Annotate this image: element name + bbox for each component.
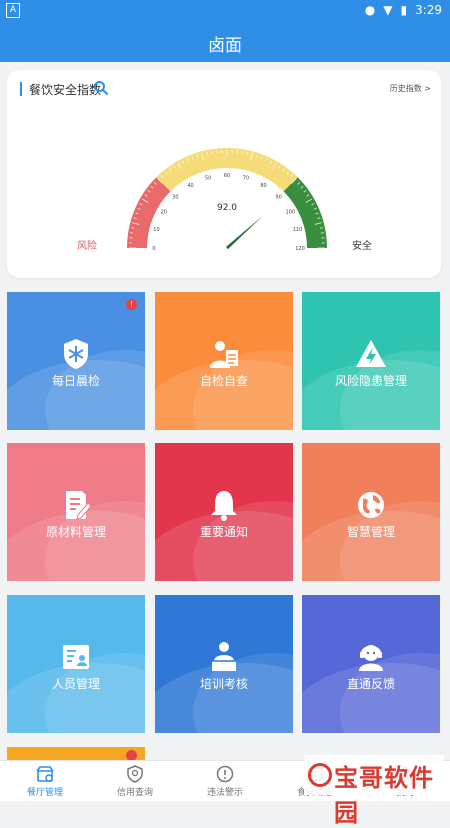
watermark-emblem: [308, 763, 332, 787]
status-bar: A ● ▼ ▮ 3:29: [0, 0, 450, 22]
wifi-icon: ▼: [383, 3, 392, 17]
gauge-tick-label: 0: [152, 246, 155, 250]
menu-tile[interactable]: 人员管理: [7, 595, 145, 733]
search-icon[interactable]: [93, 80, 109, 96]
bell-icon: [206, 487, 242, 523]
tab-label: 违法警示: [180, 785, 270, 798]
document-pen-icon: [58, 487, 94, 523]
page-title: 卤面: [0, 31, 450, 56]
gauge-tick-label: 90: [275, 194, 281, 200]
safe-label: 安全: [352, 237, 372, 252]
warning-circle-icon: [216, 765, 234, 783]
status-time: 3:29: [415, 3, 442, 17]
tab-0[interactable]: 餐厅管理: [0, 761, 90, 801]
support-agent-icon: [353, 639, 389, 675]
menu-tile[interactable]: 直通反馈: [302, 595, 440, 733]
safety-gauge: 0 10 20 30 40 50 60 70 80 90 100 110 120 92.0: [117, 140, 337, 250]
menu-tile[interactable]: 重要通知: [155, 443, 293, 581]
gauge-tick-label: 10: [153, 227, 159, 233]
tile-label: 智慧管理: [302, 523, 440, 540]
menu-tile[interactable]: 风险隐患管理: [302, 292, 440, 430]
gauge-tick-label: 60: [224, 173, 230, 179]
safety-index-title: 餐饮安全指数: [29, 81, 101, 98]
tab-1[interactable]: 信用查询: [90, 761, 180, 801]
gauge-tick-label: 40: [187, 183, 193, 189]
id-card-icon: [58, 639, 94, 675]
alert-badge: !: [126, 299, 137, 310]
alert-badge-partial: [126, 750, 137, 760]
title-accent-bar: [20, 82, 22, 96]
gauge-tick-label: 30: [172, 194, 178, 200]
app-header: 卤面: [0, 22, 450, 62]
gauge-needle: [226, 216, 263, 249]
tile-label: 原材料管理: [7, 523, 145, 540]
menu-tile[interactable]: 智慧管理: [302, 443, 440, 581]
menu-tile[interactable]: 原材料管理: [7, 443, 145, 581]
tab-label: 信用查询: [90, 785, 180, 798]
gauge-tick-label: 70: [243, 175, 249, 181]
tile-label: 人员管理: [7, 675, 145, 692]
tile-label: 重要通知: [155, 523, 293, 540]
globe-icon: [353, 487, 389, 523]
person-checklist-icon: [206, 336, 242, 372]
tile-label: 风险隐患管理: [302, 372, 440, 389]
teacher-icon: [206, 639, 242, 675]
restaurant-icon: [36, 765, 54, 783]
tile-label: 每日晨检: [7, 372, 145, 389]
tile-label: 自检自查: [155, 372, 293, 389]
gauge-tick-label: 80: [260, 183, 266, 189]
menu-tile[interactable]: 每日晨检!: [7, 292, 145, 430]
tile-label: 培训考核: [155, 675, 293, 692]
gauge-tick-label: 20: [161, 210, 167, 216]
menu-tile[interactable]: 自检自查: [155, 292, 293, 430]
risk-label: 风险: [77, 237, 97, 252]
menu-tile-partial[interactable]: [7, 747, 145, 760]
watermark-text: 宝哥软件园: [334, 758, 444, 828]
gauge-value: 92.0: [217, 203, 237, 213]
history-index-link[interactable]: 历史指数 >: [390, 83, 431, 94]
gauge-tick-label: 110: [293, 227, 303, 233]
tab-label: 餐厅管理: [0, 785, 90, 798]
gauge-tick-label: 50: [205, 175, 211, 181]
safety-index-card: 餐饮安全指数 历史指数 > 0 10 20 30 40 50 60 70 80 90 100 110 1…: [7, 70, 441, 278]
tile-label: 直通反馈: [302, 675, 440, 692]
watermark-logo: 宝哥软件园: [304, 755, 444, 795]
menu-tile[interactable]: 培训考核: [155, 595, 293, 733]
gauge-tick-label: 120: [295, 246, 305, 250]
gauge-tick-label: 100: [285, 210, 295, 216]
notification-a-icon: A: [6, 3, 20, 18]
warning-bolt-icon: [353, 336, 389, 372]
location-icon: ●: [365, 3, 375, 17]
tab-2[interactable]: 违法警示: [180, 761, 270, 801]
battery-icon: ▮: [400, 3, 407, 17]
shield-icon: [126, 765, 144, 783]
snowflake-shield-icon: [58, 336, 94, 372]
